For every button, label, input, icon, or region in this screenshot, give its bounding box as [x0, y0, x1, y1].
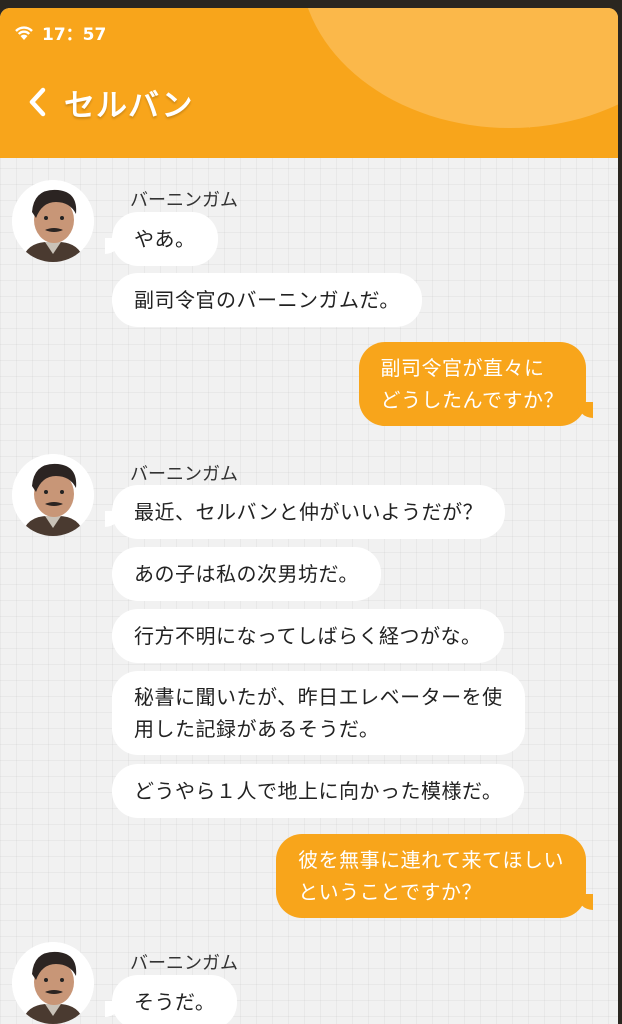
chevron-left-icon: [29, 87, 46, 117]
message-bubble: やあ。: [105, 212, 218, 266]
avatar[interactable]: [12, 180, 94, 262]
message-bubble: 秘書に聞いたが、昨日エレベーターを使 用した記録があるそうだ。: [112, 671, 525, 755]
sender-name: バーニンガム: [130, 464, 238, 485]
message-bubble: あの子は私の次男坊だ。: [112, 547, 381, 601]
message-bubble: どうやら１人で地上に向かった模様だ。: [112, 764, 525, 818]
avatar[interactable]: [12, 454, 94, 536]
page-title: セルバン: [64, 88, 194, 124]
avatar-portrait: [12, 180, 94, 262]
reply-bubble: 副司令官が直々に どうしたんですか？: [358, 342, 593, 426]
wifi-icon: [15, 25, 33, 40]
message-bubble: 行方不明になってしばらく経つがな。: [112, 609, 504, 663]
header-decoration: [300, 8, 618, 128]
sender-name: バーニンガム: [130, 190, 238, 211]
message-bubble: 副司令官のバーニンガムだ。: [112, 273, 422, 327]
message-bubble: そうだ。: [104, 975, 238, 1024]
back-button[interactable]: [22, 82, 52, 122]
status-bar: 17：57: [14, 20, 106, 45]
header-bar: 17：57 セルバン: [0, 8, 618, 158]
chat-screen: 17：57 セルバン バーニンガム やあ。 副司令官のバーニンガムだ。 副司令官…: [0, 8, 618, 1024]
header-decoration-tail: [470, 68, 530, 128]
avatar-portrait: [12, 942, 94, 1024]
avatar[interactable]: [12, 942, 94, 1024]
avatar-portrait: [12, 454, 94, 536]
sender-name: バーニンガム: [130, 953, 238, 974]
status-time: 17：57: [42, 25, 107, 45]
message-bubble: 最近、セルバンと仲がいいようだが？: [104, 485, 506, 539]
reply-bubble: 彼を無事に連れて来てほしい ということですか？: [276, 834, 593, 918]
